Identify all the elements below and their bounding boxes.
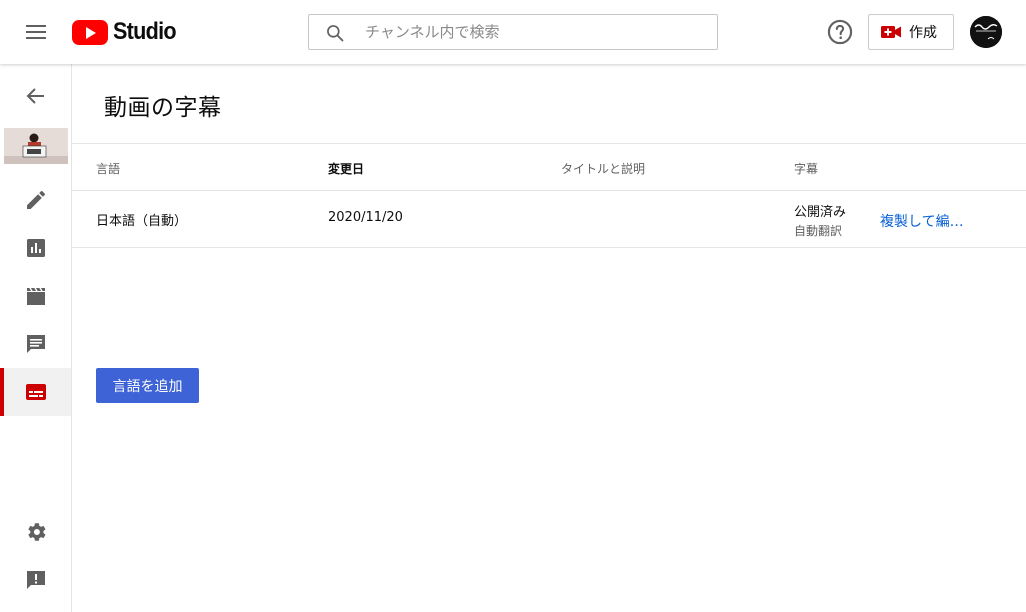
duplicate-and-edit-link[interactable]: 複製して編… — [880, 211, 964, 231]
row-language: 日本語（自動） — [96, 214, 188, 229]
subtitles-table: 言語 変更日 タイトルと説明 字幕 日本語（自動） 2020/11/20 公開済… — [72, 143, 1026, 248]
search-box[interactable] — [308, 14, 718, 50]
sidebar-item-settings[interactable] — [0, 508, 71, 556]
avatar[interactable] — [970, 16, 1002, 48]
create-button-label: 作成 — [909, 25, 937, 41]
analytics-icon — [26, 239, 45, 257]
help-icon[interactable] — [826, 18, 854, 46]
top-bar: Studio 作成 — [0, 0, 1026, 64]
status-published: 公開済み — [794, 205, 847, 220]
youtube-play-icon — [72, 19, 108, 45]
subtitles-icon — [25, 384, 46, 400]
back-button[interactable] — [0, 72, 71, 120]
thumbnail-image — [4, 128, 68, 164]
status-auto-translated: 自動翻訳 — [794, 224, 843, 238]
arrow-back-icon — [26, 88, 44, 104]
pencil-icon — [26, 191, 45, 209]
add-language-button[interactable]: 言語を追加 — [96, 368, 199, 403]
feedback-icon — [26, 571, 45, 589]
row-modified-date: 2020/11/20 — [328, 210, 403, 225]
row-subtitle-status: 公開済み 自動翻訳 — [794, 203, 854, 240]
sidebar-item-subtitles[interactable] — [0, 368, 71, 416]
search-icon[interactable] — [325, 23, 345, 43]
page-title: 動画の字幕 — [104, 95, 222, 121]
column-header-language[interactable]: 言語 — [96, 160, 120, 177]
logo-text: Studio — [113, 18, 177, 45]
comment-icon — [26, 335, 45, 353]
sidebar-item-comments[interactable] — [0, 320, 71, 368]
sidebar-item-analytics[interactable] — [0, 224, 71, 272]
channel-logo-icon — [970, 16, 1002, 48]
gear-icon — [27, 523, 45, 541]
clapperboard-icon — [26, 287, 45, 305]
create-button[interactable]: 作成 — [868, 14, 954, 50]
youtube-studio-logo[interactable]: Studio — [72, 18, 183, 46]
hamburger-menu-icon[interactable] — [20, 16, 52, 48]
table-row: 日本語（自動） 2020/11/20 公開済み 自動翻訳 複製して編… — [72, 191, 1026, 248]
search-input[interactable] — [365, 15, 705, 49]
column-header-subtitles[interactable]: 字幕 — [794, 160, 818, 177]
sidebar-item-details[interactable] — [0, 176, 71, 224]
table-header: 言語 変更日 タイトルと説明 字幕 — [72, 143, 1026, 191]
column-header-modified[interactable]: 変更日 — [328, 160, 364, 177]
sidebar-item-editor[interactable] — [0, 272, 71, 320]
column-header-title-description[interactable]: タイトルと説明 — [561, 160, 645, 177]
video-thumbnail[interactable] — [4, 128, 68, 164]
sidebar — [0, 64, 72, 612]
sidebar-item-feedback[interactable] — [0, 556, 71, 604]
video-camera-add-icon — [881, 26, 901, 38]
main-content: 動画の字幕 言語 変更日 タイトルと説明 字幕 日本語（自動） 2020/11/… — [72, 64, 1026, 612]
